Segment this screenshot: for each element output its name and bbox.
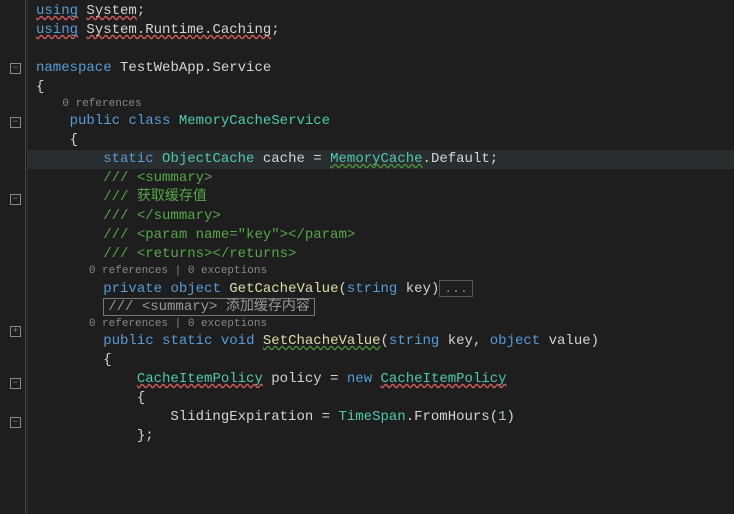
fold-icon[interactable]: −: [10, 117, 21, 128]
code-line[interactable]: /// <returns></returns>: [36, 245, 734, 264]
code-line[interactable]: /// <summary>: [36, 169, 734, 188]
code-line[interactable]: public static void SetChacheValue(string…: [36, 332, 734, 351]
codelens[interactable]: 0 references | 0 exceptions: [36, 317, 734, 332]
fold-icon[interactable]: −: [10, 194, 21, 205]
code-line[interactable]: {: [36, 351, 734, 370]
code-line[interactable]: {: [36, 78, 734, 97]
collapsed-region[interactable]: ...: [439, 280, 472, 297]
code-line[interactable]: /// </summary>: [36, 207, 734, 226]
code-line[interactable]: /// <param name="key"></param>: [36, 226, 734, 245]
current-line[interactable]: static ObjectCache cache = MemoryCache.D…: [28, 150, 734, 169]
fold-icon[interactable]: −: [10, 417, 21, 428]
fold-icon[interactable]: +: [10, 326, 21, 337]
fold-icon[interactable]: −: [10, 63, 21, 74]
code-line[interactable]: /// <summary> 添加缓存内容: [36, 298, 734, 317]
code-editor[interactable]: − − − + + − − using System; using System…: [0, 0, 734, 514]
fold-icon[interactable]: −: [10, 378, 21, 389]
code-line[interactable]: using System.Runtime.Caching;: [36, 21, 734, 40]
code-line[interactable]: using System;: [36, 2, 734, 21]
collapsed-summary[interactable]: /// <summary> 添加缓存内容: [103, 298, 315, 316]
codelens[interactable]: 0 references | 0 exceptions: [36, 264, 734, 279]
code-line[interactable]: SlidingExpiration = TimeSpan.FromHours(1…: [36, 408, 734, 427]
code-line[interactable]: };: [36, 427, 734, 446]
code-line[interactable]: {: [36, 131, 734, 150]
code-line[interactable]: {: [36, 389, 734, 408]
code-line[interactable]: public class MemoryCacheService: [36, 112, 734, 131]
gutter: − − − + + − −: [0, 0, 28, 514]
codelens[interactable]: 0 references: [36, 97, 734, 112]
code-area[interactable]: using System; using System.Runtime.Cachi…: [28, 0, 734, 514]
code-line[interactable]: private object GetCacheValue(string key)…: [36, 279, 734, 298]
code-line[interactable]: namespace TestWebApp.Service: [36, 59, 734, 78]
code-line[interactable]: /// 获取缓存值: [36, 188, 734, 207]
blank-line: [36, 40, 734, 59]
code-line[interactable]: CacheItemPolicy policy = new CacheItemPo…: [36, 370, 734, 389]
